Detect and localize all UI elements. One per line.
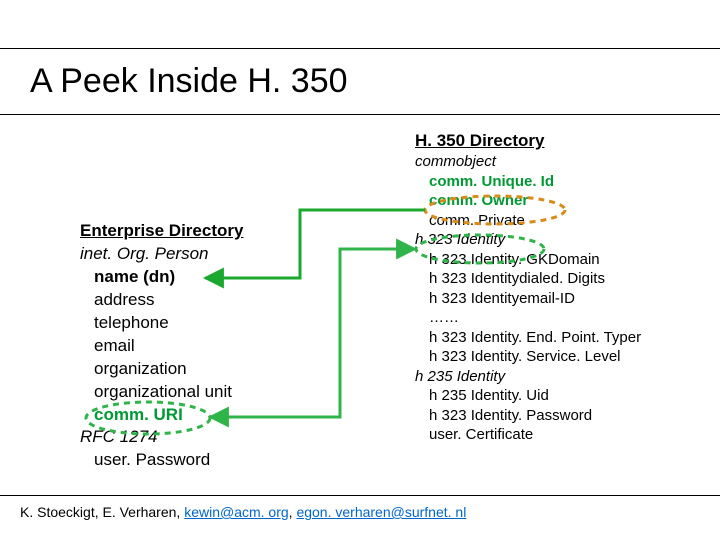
name-dn: name (dn) (80, 266, 340, 289)
footer: K. Stoeckigt, E. Verharen, kewin@acm. or… (20, 504, 466, 520)
comm-uri: comm. URI (80, 404, 340, 427)
h350-directory-header: H. 350 Directory (415, 130, 705, 152)
enterprise-directory-header: Enterprise Directory (80, 220, 340, 243)
comm-owner: comm. Owner (415, 191, 705, 211)
h323-identity-password: h 323 Identity. Password (415, 406, 705, 426)
h323-dialed-digits: h 323 Identitydialed. Digits (415, 269, 705, 289)
slide-title: A Peek Inside H. 350 (30, 62, 348, 101)
user-certificate: user. Certificate (415, 425, 705, 445)
address: address (80, 289, 340, 312)
commobject: commobject (415, 152, 705, 172)
h323-endpoint-typer: h 323 Identity. End. Point. Typer (415, 328, 705, 348)
organizational-unit: organizational unit (80, 381, 340, 404)
h323-identity: h 323 Identity (415, 230, 705, 250)
inet-org-person: inet. Org. Person (80, 243, 340, 266)
organization: organization (80, 358, 340, 381)
rfc-1274: RFC 1274 (80, 426, 340, 449)
comm-private: comm. Private (415, 211, 705, 231)
h235-identity: h 235 Identity (415, 367, 705, 387)
telephone: telephone (80, 312, 340, 335)
comm-unique-id: comm. Unique. Id (415, 172, 705, 192)
h350-directory-block: H. 350 Directory commobject comm. Unique… (415, 130, 705, 445)
h235-identity-uid: h 235 Identity. Uid (415, 386, 705, 406)
footer-authors: K. Stoeckigt, E. Verharen, (20, 504, 184, 520)
enterprise-directory-block: Enterprise Directory inet. Org. Person n… (80, 220, 340, 472)
user-password: user. Password (80, 449, 340, 472)
h323-gk-domain: h 323 Identity. GKDomain (415, 250, 705, 270)
footer-email-2[interactable]: egon. verharen@surfnet. nl (296, 504, 466, 520)
footer-email-1[interactable]: kewin@acm. org (184, 504, 288, 520)
h323-service-level: h 323 Identity. Service. Level (415, 347, 705, 367)
h323-email-id: h 323 Identityemail-ID (415, 289, 705, 309)
email: email (80, 335, 340, 358)
ellipsis: …… (415, 308, 705, 328)
